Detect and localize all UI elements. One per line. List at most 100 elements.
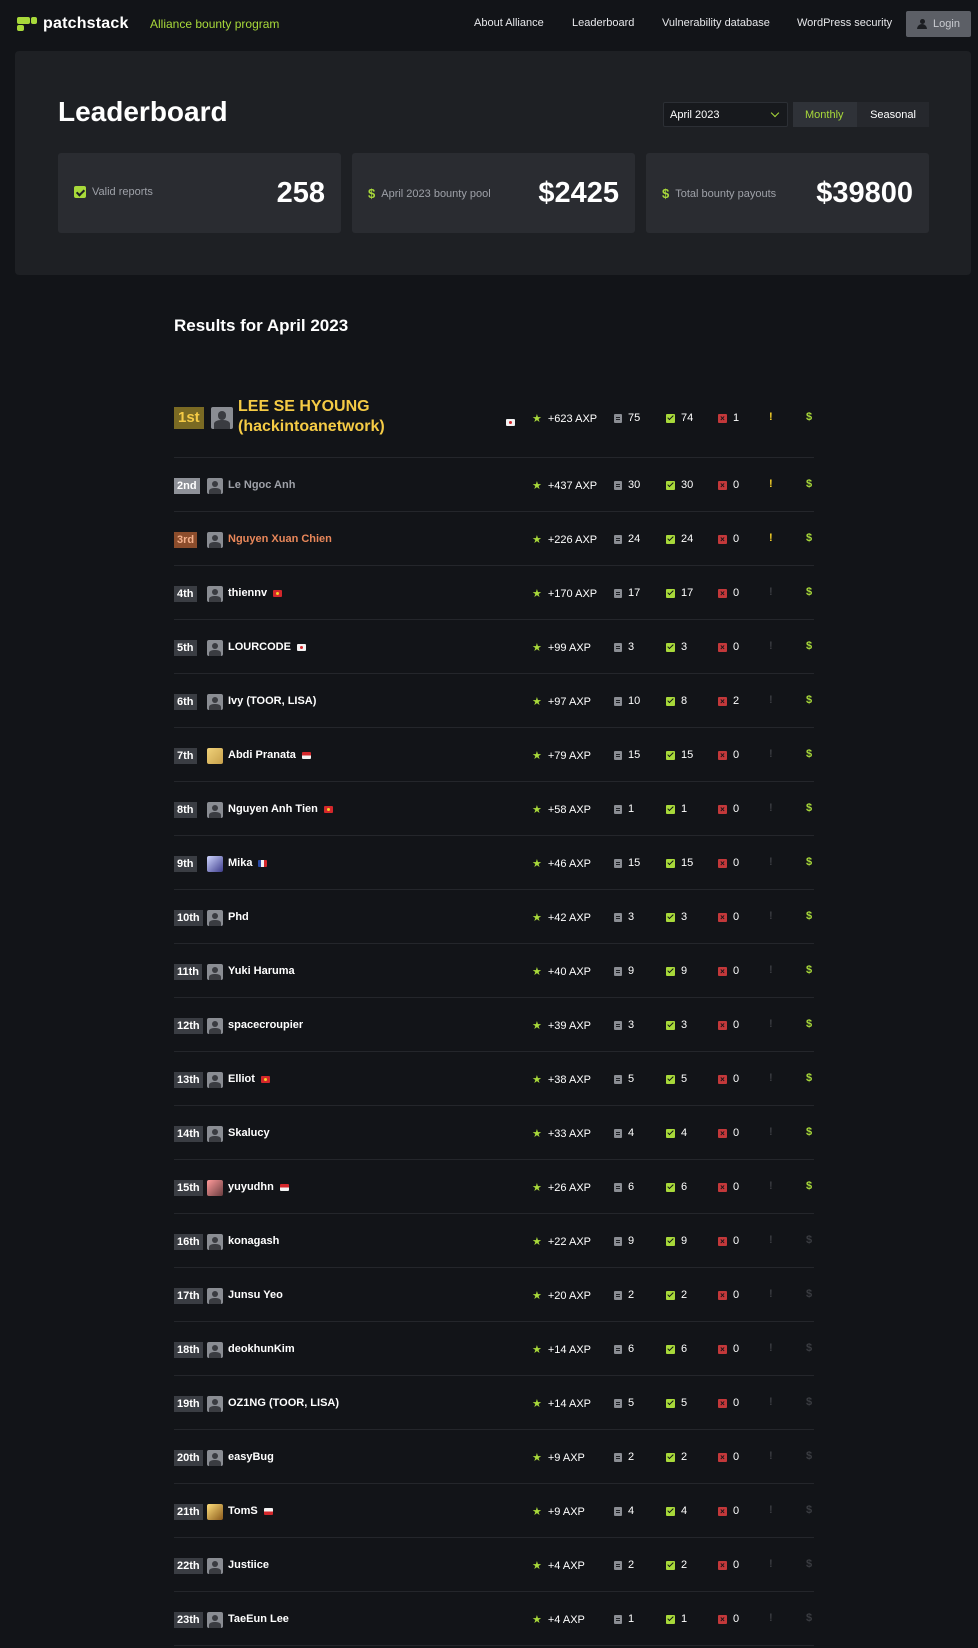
user-name-link[interactable]: Elliot [228, 1073, 270, 1085]
avatar[interactable] [207, 694, 223, 710]
avatar[interactable] [207, 802, 223, 818]
leaderboard-row[interactable]: 1st LEE SE HYOUNG (hackintoanetwork) ★ +623… [174, 380, 814, 458]
leaderboard-row[interactable]: 17th Junsu Yeo ★ +20 AXP 2 2 × 0! $ [174, 1268, 814, 1322]
user-name-link[interactable]: spacecroupier [228, 1019, 303, 1031]
leaderboard-row[interactable]: 4th thiennv ★ +170 AXP 17 17 × 0! $ [174, 566, 814, 620]
nav-link-vulnerability-database[interactable]: Vulnerability database [662, 17, 770, 29]
avatar[interactable] [207, 856, 223, 872]
stat-card-valid-reports: Valid reports 258 [58, 153, 341, 233]
avatar[interactable] [207, 1072, 223, 1088]
leaderboard-row[interactable]: 20th easyBug ★ +9 AXP 2 2 × 0! $ [174, 1430, 814, 1484]
avatar[interactable] [207, 478, 223, 494]
toggle-monthly[interactable]: Monthly [793, 102, 857, 127]
leaderboard-row[interactable]: 21th TomS ★ +9 AXP 4 4 × 0! $ [174, 1484, 814, 1538]
user-name-link[interactable]: Skalucy [228, 1127, 270, 1139]
avatar[interactable] [207, 1180, 223, 1196]
user-name-link[interactable]: LEE SE HYOUNG (hackintoanetwork) [238, 397, 438, 437]
avatar[interactable] [207, 748, 223, 764]
month-select[interactable]: April 2023 [663, 102, 788, 127]
login-button[interactable]: Login [906, 11, 971, 37]
avatar[interactable] [207, 1504, 223, 1520]
user-name: TomS [228, 1505, 258, 1517]
leaderboard-row[interactable]: 2nd Le Ngoc Anh ★ +437 AXP 30 30 × 0! $ [174, 458, 814, 512]
user-name-link[interactable]: deokhunKim [228, 1343, 295, 1355]
star-icon: ★ [532, 750, 542, 762]
avatar[interactable] [207, 1450, 223, 1466]
user-name-link[interactable]: thiennv [228, 587, 283, 599]
rank-badge: 11th [174, 964, 203, 980]
program-link[interactable]: Alliance bounty program [150, 17, 279, 31]
user-name-link[interactable]: LOURCODE [228, 641, 306, 653]
leaderboard-row[interactable]: 5th LOURCODE ★ +99 AXP 3 3 × 0! $ [174, 620, 814, 674]
avatar[interactable] [207, 910, 223, 926]
avatar[interactable] [207, 1126, 223, 1142]
user-name-link[interactable]: Nguyen Xuan Chien [228, 533, 332, 545]
invalid-value: 0 [733, 1505, 740, 1517]
avatar[interactable] [207, 964, 223, 980]
avatar[interactable] [207, 1612, 223, 1628]
leaderboard-row[interactable]: 12th spacecroupier ★ +39 AXP 3 3 × 0! $ [174, 998, 814, 1052]
user-name-link[interactable]: OZ1NG (TOOR, LISA) [228, 1397, 339, 1409]
nav-link-about-alliance[interactable]: About Alliance [474, 17, 544, 29]
valid-count: 5 [666, 1073, 687, 1085]
user-name-link[interactable]: Phd [228, 911, 249, 923]
submitted-count: 2 [614, 1559, 634, 1571]
trophy-icon: ! [769, 1234, 773, 1246]
nav-link-leaderboard[interactable]: Leaderboard [572, 17, 634, 29]
nav-link-wordpress-security[interactable]: WordPress security [797, 17, 892, 29]
user-name-link[interactable]: Yuki Haruma [228, 965, 295, 977]
leaderboard-row[interactable]: 15th yuyudhn ★ +26 AXP 6 6 × 0! $ [174, 1160, 814, 1214]
logo[interactable]: patchstack [17, 15, 129, 33]
avatar[interactable] [207, 1018, 223, 1034]
user-name-link[interactable]: TomS [228, 1505, 273, 1517]
avatar[interactable] [207, 1558, 223, 1574]
leaderboard-row[interactable]: 14th Skalucy ★ +33 AXP 4 4 × 0! $ [174, 1106, 814, 1160]
toggle-seasonal[interactable]: Seasonal [857, 102, 929, 127]
leaderboard-row[interactable]: 13th Elliot ★ +38 AXP 5 5 × 0! $ [174, 1052, 814, 1106]
valid-value: 2 [681, 1289, 688, 1301]
leaderboard-row[interactable]: 11th Yuki Haruma ★ +40 AXP 9 9 × 0! $ [174, 944, 814, 998]
leaderboard-row[interactable]: 16th konagash ★ +22 AXP 9 9 × 0! $ [174, 1214, 814, 1268]
user-name-link[interactable]: Justiice [228, 1559, 269, 1571]
user-name-link[interactable]: Mika [228, 857, 268, 869]
avatar[interactable] [207, 1234, 223, 1250]
leaderboard-row[interactable]: 10th Phd ★ +42 AXP 3 3 × 0! $ [174, 890, 814, 944]
leaderboard-row[interactable]: 23th TaeEun Lee ★ +4 AXP 1 1 × 0! $ [174, 1592, 814, 1646]
user-name-link[interactable]: TaeEun Lee [228, 1613, 289, 1625]
leaderboard-row[interactable]: 3rd Nguyen Xuan Chien ★ +226 AXP 24 24 × 0! $ [174, 512, 814, 566]
user-name-link[interactable]: Nguyen Anh Tien [228, 803, 333, 815]
user-name-link[interactable]: yuyudhn [228, 1181, 289, 1193]
dollar-icon: $ [806, 478, 813, 490]
avatar[interactable] [207, 532, 223, 548]
leaderboard-row[interactable]: 9th Mika ★ +46 AXP 15 15 × 0! $ [174, 836, 814, 890]
axp-value: +33 AXP [547, 1127, 591, 1140]
user-name-link[interactable]: Junsu Yeo [228, 1289, 283, 1301]
user-name-link[interactable]: Abdi Pranata [228, 749, 311, 761]
user-name: Skalucy [228, 1127, 270, 1139]
invalid-count: × 0 [718, 1235, 739, 1247]
leaderboard-row[interactable]: 22th Justiice ★ +4 AXP 2 2 × 0! $ [174, 1538, 814, 1592]
rank-badge: 20th [174, 1450, 203, 1466]
leaderboard-row[interactable]: 7th Abdi Pranata ★ +79 AXP 15 15 × 0! $ [174, 728, 814, 782]
avatar[interactable] [207, 1288, 223, 1304]
invalid-value: 0 [733, 1397, 740, 1409]
leaderboard-row[interactable]: 19th OZ1NG (TOOR, LISA) ★ +14 AXP 5 5 × 0! $ [174, 1376, 814, 1430]
user-name-link[interactable]: easyBug [228, 1451, 274, 1463]
avatar[interactable] [207, 586, 223, 602]
user-name-link[interactable]: Ivy (TOOR, LISA) [228, 695, 316, 707]
avatar[interactable] [207, 640, 223, 656]
valid-count: 4 [666, 1127, 687, 1139]
leaderboard-row[interactable]: 8th Nguyen Anh Tien ★ +58 AXP 1 1 × 0! $ [174, 782, 814, 836]
flag-icon [323, 805, 333, 813]
leaderboard-row[interactable]: 18th deokhunKim ★ +14 AXP 6 6 × 0! $ [174, 1322, 814, 1376]
leaderboard-row[interactable]: 6th Ivy (TOOR, LISA) ★ +97 AXP 10 8 × 2! $ [174, 674, 814, 728]
user-name-link[interactable]: Le Ngoc Anh [228, 479, 295, 491]
axp-points: ★ +9 AXP [532, 1451, 585, 1465]
avatar[interactable] [207, 1342, 223, 1358]
x-icon: × [718, 696, 727, 706]
star-icon: ★ [532, 858, 542, 870]
avatar[interactable] [211, 407, 233, 429]
avatar[interactable] [207, 1396, 223, 1412]
logo-text: patchstack [43, 15, 129, 32]
user-name-link[interactable]: konagash [228, 1235, 279, 1247]
